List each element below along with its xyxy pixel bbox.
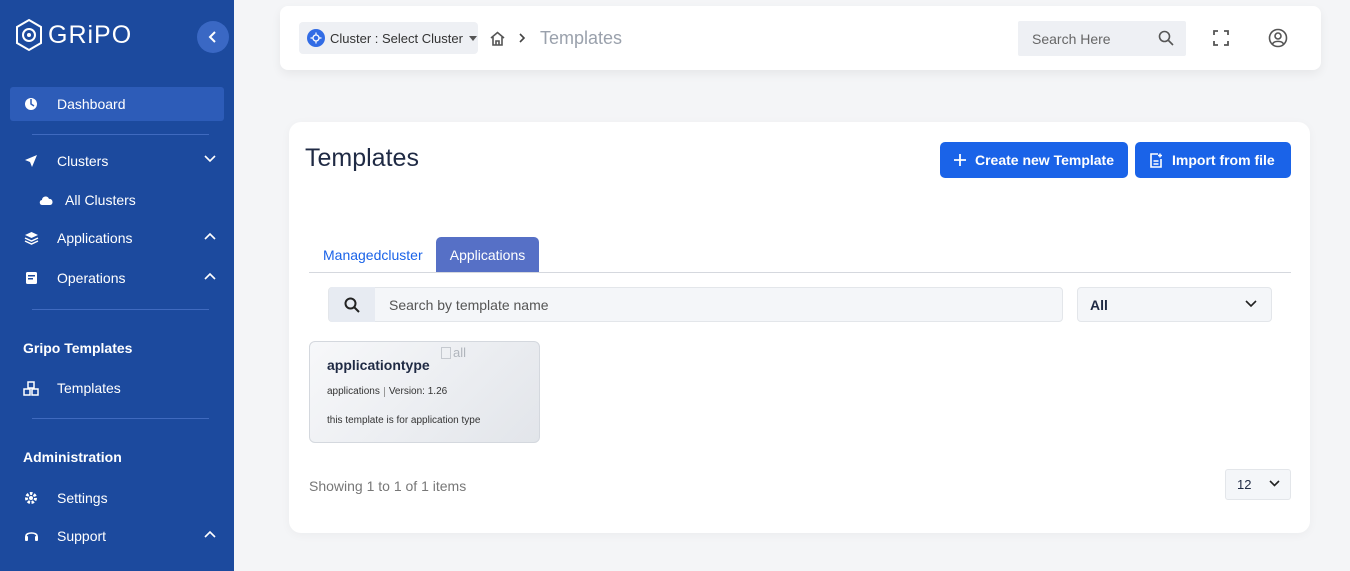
headset-icon: [22, 527, 40, 545]
create-template-button[interactable]: Create new Template: [940, 142, 1128, 178]
file-import-icon: [1149, 152, 1163, 168]
send-icon: [22, 152, 40, 170]
chevron-right-icon: [519, 33, 526, 43]
cloud-icon: [39, 196, 53, 205]
gear-icon: [22, 489, 40, 507]
template-description: this template is for application type: [327, 415, 481, 426]
chevron-down-icon: [1245, 300, 1257, 308]
pagination-summary: Showing 1 to 1 of 1 items: [309, 478, 467, 494]
tab-applications[interactable]: Applications: [436, 237, 539, 272]
cluster-select[interactable]: Cluster : Select Cluster: [299, 22, 478, 54]
templates-card: Templates Create new Template Import fro…: [289, 122, 1310, 533]
logo[interactable]: GRiPO: [14, 18, 132, 52]
divider: [32, 134, 209, 135]
operations-icon: [22, 269, 40, 287]
sidebar-item-label: Settings: [57, 490, 108, 506]
brand-name: GRiPO: [48, 20, 133, 49]
dashboard-icon: [22, 95, 40, 113]
collapse-sidebar-button[interactable]: [197, 21, 229, 53]
caret-down-icon: [468, 35, 477, 41]
meta-separator: [383, 386, 385, 397]
template-meta: applications Version: 1.26: [327, 386, 447, 397]
template-image-alt: all: [453, 345, 467, 360]
import-from-file-label: Import from file: [1172, 152, 1275, 168]
tab-managedcluster[interactable]: Managedcluster: [309, 237, 437, 272]
sidebar-item-label: Support: [57, 528, 107, 544]
template-search-input[interactable]: [389, 296, 989, 313]
template-category: applications: [327, 386, 380, 397]
sidebar-item-label: Operations: [57, 270, 126, 286]
sidebar-item-label: Applications: [57, 230, 133, 246]
sidebar-item-applications[interactable]: Applications: [10, 221, 224, 255]
top-header: Cluster : Select Cluster Templates: [280, 6, 1321, 70]
kubernetes-icon: [307, 29, 325, 47]
sidebar-item-operations[interactable]: Operations: [10, 261, 224, 295]
chevron-down-icon: [1269, 480, 1280, 487]
search-icon: [344, 297, 360, 313]
create-template-label: Create new Template: [975, 152, 1115, 168]
template-search: [328, 287, 1063, 322]
broken-image-icon: [441, 346, 451, 359]
page-size-value: 12: [1237, 477, 1252, 492]
global-search: [1018, 21, 1186, 56]
sidebar-item-label: All Clusters: [65, 192, 136, 208]
sidebar-item-label: Clusters: [57, 153, 109, 169]
sidebar-item-label: Dashboard: [57, 96, 126, 112]
sidebar-item-all-clusters[interactable]: All Clusters: [38, 188, 136, 212]
search-icon[interactable]: [1158, 30, 1174, 46]
chevron-up-icon: [204, 530, 216, 538]
global-search-input[interactable]: [1032, 30, 1152, 47]
template-search-button[interactable]: [329, 287, 375, 322]
chevron-up-icon: [204, 272, 216, 280]
breadcrumb-current: Templates: [540, 28, 623, 48]
plus-icon: [954, 154, 966, 166]
category-filter-select[interactable]: All: [1077, 287, 1272, 322]
template-image: all: [441, 345, 466, 360]
chevron-up-icon: [204, 232, 216, 240]
user-avatar-icon[interactable]: [1268, 28, 1288, 48]
sidebar-item-dashboard[interactable]: Dashboard: [10, 87, 224, 121]
divider: [32, 309, 209, 310]
template-tabs: Managedcluster Applications: [309, 237, 1291, 273]
template-card[interactable]: applicationtype all applications Version…: [309, 341, 540, 443]
section-title-gripo-templates: Gripo Templates: [23, 340, 133, 356]
page-title: Templates: [305, 144, 419, 172]
page-size-select[interactable]: 12: [1225, 469, 1291, 500]
sidebar-item-settings[interactable]: Settings: [10, 481, 224, 515]
chevron-left-icon: [208, 31, 216, 43]
template-version: Version: 1.26: [388, 386, 448, 397]
divider: [32, 418, 209, 419]
filter-value: All: [1090, 296, 1108, 313]
home-icon[interactable]: [489, 31, 506, 46]
cluster-select-label: Cluster : Select Cluster: [330, 30, 463, 46]
cubes-icon: [22, 379, 40, 397]
template-name: applicationtype: [327, 357, 430, 373]
sidebar-item-label: Templates: [57, 380, 121, 396]
section-title-administration: Administration: [23, 449, 122, 465]
sidebar-item-clusters[interactable]: Clusters: [10, 144, 224, 178]
layers-icon: [22, 229, 40, 247]
sidebar-item-support[interactable]: Support: [10, 519, 224, 553]
chevron-down-icon: [204, 155, 216, 163]
fullscreen-icon[interactable]: [1213, 30, 1229, 46]
import-from-file-button[interactable]: Import from file: [1135, 142, 1291, 178]
sidebar-item-templates[interactable]: Templates: [10, 371, 224, 405]
logo-icon: [16, 18, 42, 52]
sidebar: GRiPO Dashboard Clusters All Clusters Ap…: [0, 0, 234, 571]
